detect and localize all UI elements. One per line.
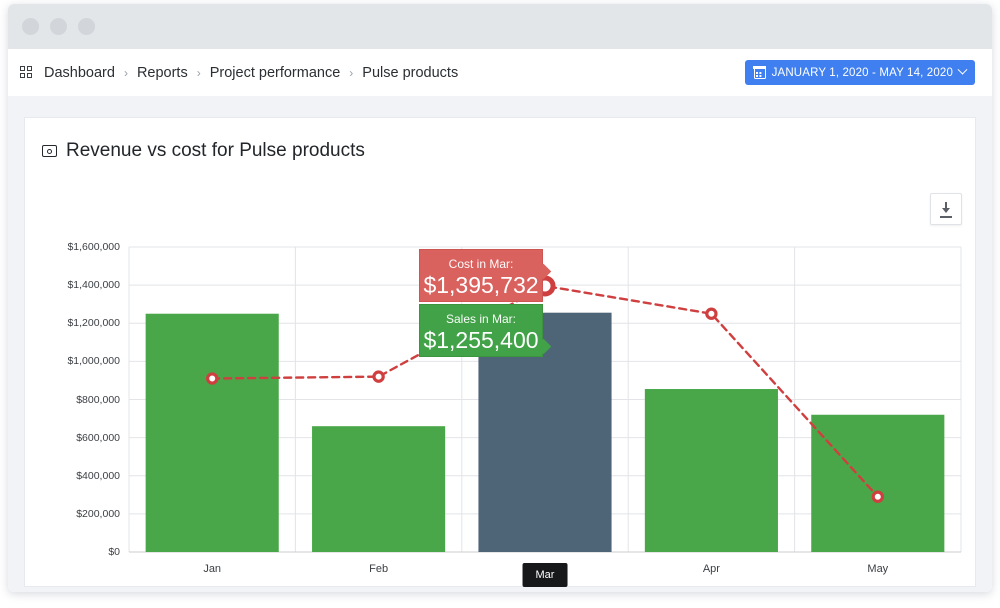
cost-point-apr[interactable] — [707, 309, 716, 318]
x-axis-tick-label-mar[interactable]: Mar — [523, 563, 568, 587]
y-axis-tick-label: $1,400,000 — [40, 279, 120, 291]
x-axis-tick-label-may[interactable]: May — [867, 563, 888, 575]
cost-tooltip-value: $1,395,732 — [420, 272, 542, 298]
cost-point-may[interactable] — [873, 492, 882, 501]
window-maximize-dot[interactable] — [78, 18, 95, 35]
breadcrumb-item-dashboard[interactable]: Dashboard — [44, 65, 115, 81]
y-axis-tick-label: $800,000 — [40, 394, 120, 406]
cost-point-jan[interactable] — [208, 374, 217, 383]
cost-point-feb[interactable] — [374, 372, 383, 381]
grid-icon — [20, 66, 33, 79]
breadcrumb-item-reports[interactable]: Reports — [137, 65, 188, 81]
sales-tooltip-label: Sales in Mar: — [420, 312, 542, 326]
y-axis-tick-label: $400,000 — [40, 470, 120, 482]
y-axis-tick-label: $0 — [40, 546, 120, 558]
cost-tooltip-label: Cost in Mar: — [420, 257, 542, 271]
breadcrumb-bar: Dashboard › Reports › Project performanc… — [8, 49, 992, 96]
chart-card: Revenue vs cost for Pulse products $0$20… — [24, 117, 976, 587]
breadcrumb: Dashboard › Reports › Project performanc… — [20, 49, 458, 96]
chevron-down-icon — [958, 65, 968, 75]
cost-tooltip: Cost in Mar:$1,395,732 — [419, 249, 543, 302]
breadcrumb-item-project-performance[interactable]: Project performance — [210, 65, 341, 81]
bar-jan[interactable] — [146, 314, 279, 552]
bar-apr[interactable] — [645, 389, 778, 552]
window-close-dot[interactable] — [22, 18, 39, 35]
window-titlebar — [8, 4, 992, 49]
y-axis-tick-label: $1,200,000 — [40, 317, 120, 329]
date-range-button[interactable]: JANUARY 1, 2020 - MAY 14, 2020 — [745, 60, 975, 85]
breadcrumb-item-pulse-products[interactable]: Pulse products — [362, 65, 458, 81]
revenue-vs-cost-chart: $0 $200,000 $400,000 $600,000 $800,000 $1,000… — [25, 118, 977, 588]
calendar-icon — [754, 67, 766, 79]
window-minimize-dot[interactable] — [50, 18, 67, 35]
date-range-label: JANUARY 1, 2020 - MAY 14, 2020 — [772, 67, 953, 79]
browser-window: Dashboard › Reports › Project performanc… — [8, 4, 992, 592]
x-axis-tick-label-feb[interactable]: Feb — [369, 563, 388, 575]
app-root: Dashboard › Reports › Project performanc… — [0, 0, 1000, 608]
breadcrumb-separator-icon: › — [197, 66, 201, 80]
x-axis-tick-label-apr[interactable]: Apr — [703, 563, 720, 575]
bar-may[interactable] — [811, 415, 944, 552]
y-axis-tick-label: $1,600,000 — [40, 241, 120, 253]
sales-tooltip-value: $1,255,400 — [420, 327, 542, 353]
breadcrumb-separator-icon: › — [349, 66, 353, 80]
y-axis-tick-label: $600,000 — [40, 432, 120, 444]
sales-tooltip: Sales in Mar:$1,255,400 — [419, 304, 543, 357]
bar-feb[interactable] — [312, 426, 445, 552]
y-axis-tick-label: $1,000,000 — [40, 355, 120, 367]
x-axis-tick-label-jan[interactable]: Jan — [203, 563, 221, 575]
y-axis-tick-label: $200,000 — [40, 508, 120, 520]
window-controls — [22, 18, 95, 35]
breadcrumb-separator-icon: › — [124, 66, 128, 80]
page-body: Revenue vs cost for Pulse products $0$20… — [8, 96, 992, 592]
